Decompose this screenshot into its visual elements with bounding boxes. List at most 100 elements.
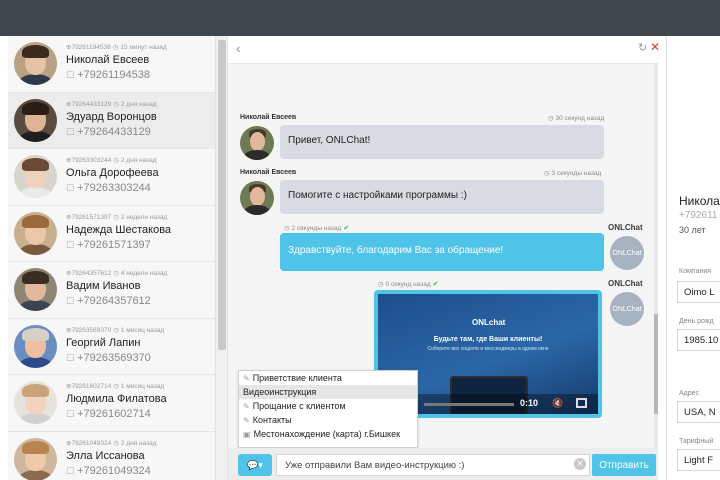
template-item[interactable]: ▣ Местонахождение (карта) г.Бишкек	[239, 427, 417, 441]
contact-item[interactable]: ⊕79261602714 ◷ 1 месяц назад Людмила Филато…	[8, 375, 215, 432]
refresh-icon[interactable]: ↻	[638, 41, 647, 54]
contact-item[interactable]: ⊕79261571397 ◷ 2 недели назад Надежда Шеста…	[8, 205, 215, 262]
contact-last-seen: 1 месяц назад	[120, 326, 165, 334]
contact-phone-number: +79261602714	[77, 408, 151, 420]
operator-avatar: ONLChat	[610, 236, 644, 270]
contact-id: 79263569370	[71, 326, 112, 334]
contact-item[interactable]: ⊕79264433129 ◷ 2 дня назад Эдуард Воронцов ☐…	[8, 92, 215, 149]
contacts-scroll-thumb[interactable]	[218, 40, 226, 350]
phone-icon: ☐	[66, 465, 75, 476]
contact-meta: ⊕79263303244 ◷ 2 дня назад	[66, 156, 157, 164]
template-item[interactable]: Видеоинструкция	[239, 385, 417, 399]
mute-icon[interactable]: 🔇	[552, 398, 563, 409]
contact-phone: ☐ +79261194538	[66, 69, 150, 81]
template-label: Контакты	[252, 415, 292, 425]
contact-item[interactable]: ⊕79261049324 ◷ 2 дня назад Элла Иссанова ☐ +7…	[8, 431, 215, 480]
phone-icon: ☐	[66, 183, 75, 193]
address-field[interactable]: USA, N	[677, 401, 720, 423]
contact-phone: ☐ +79264357612	[66, 295, 151, 307]
video-progress-bar[interactable]	[424, 403, 514, 406]
contact-phone: ☐ +79261602714	[66, 408, 151, 420]
reply-time: ◷ 2 секунды назад ✔	[284, 225, 350, 232]
message-input[interactable]: Уже отправили Вам видео-инструкцию :)	[276, 454, 590, 476]
template-item[interactable]: ✎ Прощание с клиентом	[239, 399, 417, 413]
contact-phone-number: +79261049324	[77, 464, 151, 477]
contact-phone: ☐ +79263303244	[66, 182, 151, 194]
contact-name: Надежда Шестакова	[66, 223, 172, 236]
contact-avatar	[14, 211, 57, 255]
contact-last-seen: 1 месяц назад	[120, 383, 165, 390]
message-time: ◷ 30 секунд назад	[548, 115, 605, 122]
contact-item[interactable]: ⊕79263303244 ◷ 2 дня назад Ольга Дорофеева ☐…	[8, 149, 215, 206]
message-sender: Николай Евсеев	[240, 114, 297, 121]
contact-avatar	[14, 324, 57, 368]
contact-item[interactable]: ⊕79263569370 ◷ 1 месяц назад Георгий Лапин ☐…	[8, 318, 215, 375]
template-label: Видеоинструкция	[243, 387, 317, 397]
chat-scrollbar[interactable]	[654, 64, 658, 474]
contact-id: 79261602714	[71, 383, 112, 390]
operator-name: ONLChat	[608, 223, 643, 232]
contact-id: 79264357612	[71, 270, 112, 277]
contact-item[interactable]: ⊕79261194538 ◷ 15 минут назад Николай Евсее…	[8, 36, 215, 93]
contact-meta: ⊕79261049324 ◷ 2 дня назад	[66, 439, 157, 447]
pencil-icon: ✎	[243, 374, 250, 383]
clock-icon: ◷	[113, 383, 119, 390]
clock-icon: ◷	[113, 326, 119, 334]
contact-phone-number: +79263303244	[77, 182, 151, 194]
template-item[interactable]: ✎ Контакты	[239, 413, 417, 427]
pencil-icon: ✎	[243, 402, 250, 411]
profile-phone: +792611	[679, 210, 718, 221]
contacts-scrollbar[interactable]	[216, 36, 228, 480]
contact-id: 79263303244	[71, 157, 112, 164]
send-button[interactable]: Отправить	[592, 454, 656, 476]
chat-panel: ‹ ↻ ✕ Николай Евсеев ◷ 30 секунд назад П…	[228, 36, 660, 480]
delivered-check-icon: ✔	[432, 281, 439, 288]
clock-icon: ◷	[113, 213, 119, 221]
tariff-field[interactable]: Light F	[677, 449, 720, 471]
contact-last-seen: 15 минут назад	[120, 44, 167, 51]
pencil-icon: ✎	[243, 416, 250, 425]
contact-phone: ☐ +79261571397	[66, 239, 151, 251]
close-icon[interactable]: ✕	[650, 40, 660, 54]
contact-phone-number: +79263569370	[77, 351, 151, 364]
profile-age: 30 лет	[679, 225, 706, 235]
contact-phone-number: +79261194538	[77, 69, 150, 81]
template-item[interactable]: ✎ Приветствие клиента	[239, 371, 417, 385]
video-title: Будьте там, где Ваши клиенты!	[433, 336, 543, 343]
contact-meta: ⊕79264357612 ◷ 4 недели назад	[66, 269, 167, 277]
contact-phone: ☐ +79263569370	[66, 352, 151, 364]
contact-phone-number: +79264433129	[77, 125, 151, 138]
contact-item[interactable]: ⊕79264357612 ◷ 4 недели назад Вадим Иванов ☐…	[8, 262, 215, 319]
contact-phone: ☐ +79261049324	[66, 465, 151, 477]
contact-last-seen: 2 дня назад	[120, 157, 157, 164]
video-logo: ONLchat	[472, 318, 506, 327]
video-time-text: 0 секунд назад	[385, 281, 431, 288]
contact-name: Николай Евсеев	[66, 54, 150, 66]
contact-name: Элла Иссанова	[66, 449, 145, 462]
address-label: Адрес	[679, 390, 700, 397]
template-label: Приветствие клиента	[252, 373, 342, 383]
chevron-down-icon: ▾	[258, 459, 263, 470]
contact-avatar	[14, 98, 57, 142]
chat-scroll-thumb[interactable]	[654, 314, 658, 414]
delivered-check-icon: ✔	[343, 225, 350, 232]
templates-button[interactable]: 💬 ▾	[238, 454, 272, 476]
contact-avatar	[14, 42, 57, 85]
back-chevron-icon[interactable]: ‹	[236, 40, 241, 56]
incoming-message: Привет, ONLChat!	[280, 125, 604, 159]
contact-id: 79261194538	[71, 44, 111, 51]
image-icon: ▣	[243, 430, 251, 439]
fullscreen-icon[interactable]	[576, 398, 587, 408]
template-label: Местонахождение (карта) г.Бишкек	[253, 429, 401, 439]
birthday-field[interactable]: 1985.10	[677, 329, 720, 351]
operator-avatar: ONLChat	[610, 292, 644, 326]
phone-icon: ☐	[66, 70, 75, 80]
contact-avatar	[14, 381, 57, 424]
clear-input-icon[interactable]: ✕	[574, 458, 586, 470]
clock-icon: ◷	[113, 439, 119, 447]
message-time-text: 30 секунд назад	[555, 115, 605, 122]
company-field[interactable]: Oimo L	[677, 281, 720, 303]
clock-icon: ◷	[112, 44, 119, 51]
phone-icon: ☐	[66, 296, 75, 306]
contact-meta: ⊕79261194538 ◷ 15 минут назад	[66, 43, 167, 51]
